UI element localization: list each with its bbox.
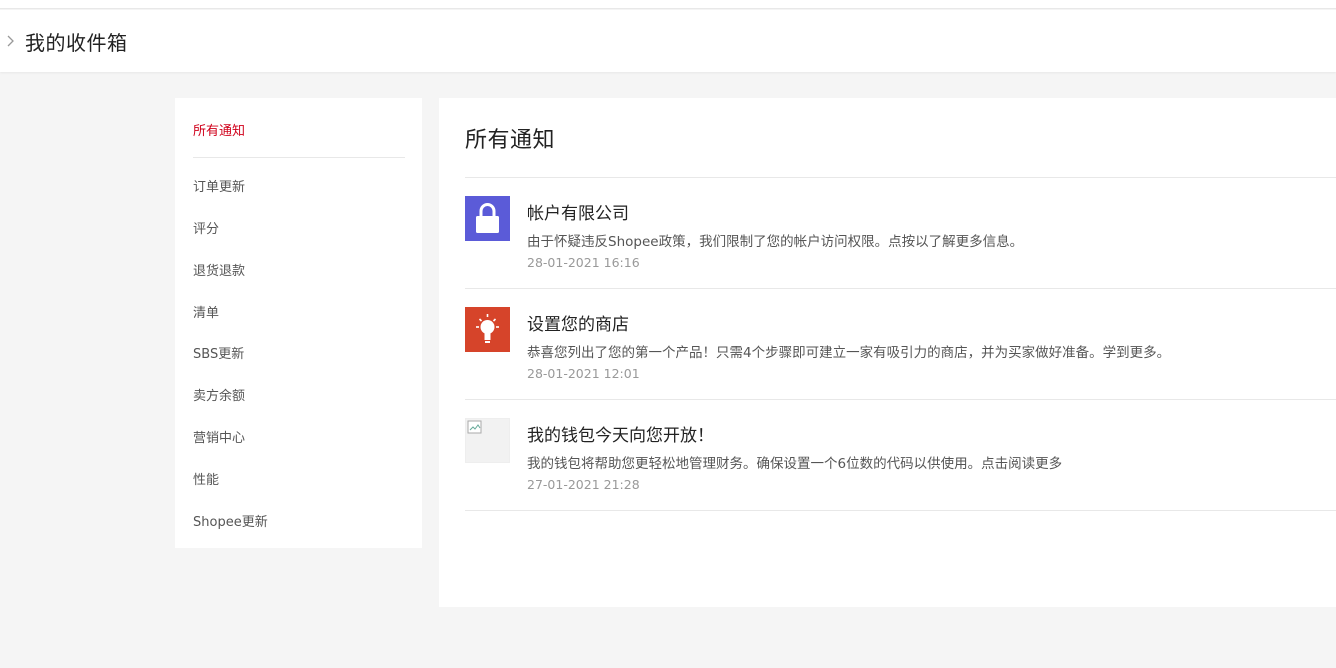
sidebar-item-seller-balance[interactable]: 卖方余额 xyxy=(193,385,245,404)
sidebar-divider xyxy=(193,157,405,158)
notification-item[interactable]: 我的钱包今天向您开放！ 我的钱包将帮助您更轻松地管理财务。确保设置一个6位数的代… xyxy=(465,400,1336,511)
notification-body: 恭喜您列出了您的第一个产品！只需4个步骤即可建立一家有吸引力的商店，并为买家做好… xyxy=(527,345,1171,361)
page-header: 我的收件箱 xyxy=(0,10,1336,72)
notification-body: 由于怀疑违反Shopee政策，我们限制了您的帐户访问权限。点按以了解更多信息。 xyxy=(527,234,1024,250)
notifications-panel: 所有通知 帐户有限公司 由于怀疑违反Shopee政策，我们限制了您的帐户访问权限… xyxy=(439,98,1336,607)
sidebar-item-performance[interactable]: 性能 xyxy=(193,469,219,488)
lock-icon xyxy=(465,196,510,241)
sidebar-item-ratings[interactable]: 评分 xyxy=(193,218,219,237)
notification-title: 我的钱包今天向您开放！ xyxy=(527,426,714,446)
notification-time: 28-01-2021 16:16 xyxy=(527,255,640,270)
top-bar xyxy=(0,0,1336,9)
notification-title: 帐户有限公司 xyxy=(527,204,629,224)
sidebar: 所有通知 订单更新 评分 退货退款 清单 SBS更新 卖方余额 营销中心 性能 … xyxy=(175,98,422,548)
notification-item[interactable]: 设置您的商店 恭喜您列出了您的第一个产品！只需4个步骤即可建立一家有吸引力的商店… xyxy=(465,289,1336,400)
broken-image-icon xyxy=(465,418,510,463)
sidebar-item-order-updates[interactable]: 订单更新 xyxy=(193,176,245,195)
chevron-right-icon[interactable] xyxy=(1,32,19,50)
notification-item[interactable]: 帐户有限公司 由于怀疑违反Shopee政策，我们限制了您的帐户访问权限。点按以了… xyxy=(465,178,1336,289)
sidebar-item-marketing-centre[interactable]: 营销中心 xyxy=(193,427,245,446)
section-title: 所有通知 xyxy=(465,128,556,153)
sidebar-item-shopee-updates[interactable]: Shopee更新 xyxy=(193,511,268,530)
sidebar-item-returns-refunds[interactable]: 退货退款 xyxy=(193,260,245,279)
notification-time: 27-01-2021 21:28 xyxy=(527,477,640,492)
notification-title: 设置您的商店 xyxy=(527,315,629,335)
notification-body: 我的钱包将帮助您更轻松地管理财务。确保设置一个6位数的代码以供使用。点击阅读更多 xyxy=(527,456,1063,472)
divider xyxy=(465,510,1336,511)
notification-time: 28-01-2021 12:01 xyxy=(527,366,640,381)
sidebar-item-sbs-updates[interactable]: SBS更新 xyxy=(193,343,244,362)
lightbulb-icon xyxy=(465,307,510,352)
sidebar-item-listings[interactable]: 清单 xyxy=(193,302,219,321)
sidebar-item-all-notifications[interactable]: 所有通知 xyxy=(193,120,245,139)
page-title: 我的收件箱 xyxy=(25,30,128,55)
